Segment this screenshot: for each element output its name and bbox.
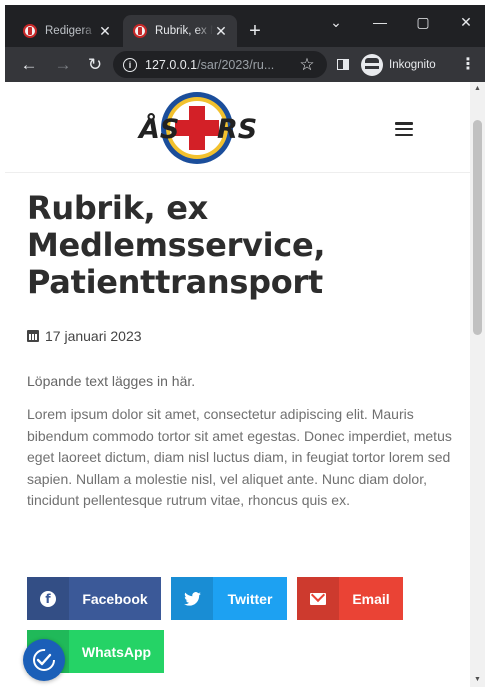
new-tab-button[interactable]: + <box>243 20 267 44</box>
page-scrollbar[interactable]: ▲ ▼ <box>470 82 485 687</box>
post-date: 17 januari 2023 <box>27 328 142 344</box>
incognito-indicator[interactable]: Inkognito <box>361 52 436 77</box>
close-tab-icon[interactable]: ✕ <box>213 23 229 39</box>
incognito-icon <box>361 53 383 76</box>
chevron-down-icon[interactable]: ⌄ <box>323 11 349 33</box>
side-panel-icon[interactable] <box>337 59 349 70</box>
svg-text:ÅS: ÅS <box>137 113 179 145</box>
facebook-icon: f <box>27 577 69 620</box>
browser-window: Redigera ✕ Rubrik, ex Medlemsservice ✕ +… <box>5 5 485 687</box>
site-info-icon[interactable]: i <box>123 57 137 72</box>
scroll-down-icon[interactable]: ▼ <box>473 676 482 684</box>
twitter-icon <box>171 577 213 620</box>
page-viewport: ÅS RS Rubrik, ex Medlemsservice, Patient… <box>5 82 485 687</box>
svg-text:RS: RS <box>217 114 257 145</box>
incognito-label: Inkognito <box>389 58 436 71</box>
share-email-button[interactable]: Email <box>297 577 403 620</box>
tab-rubrik[interactable]: Rubrik, ex Medlemsservice ✕ <box>123 15 237 47</box>
url-text[interactable]: 127.0.0.1/sar/2023/ru... <box>145 58 317 72</box>
tab-title: Rubrik, ex Medlemsservice <box>155 25 213 37</box>
tab-redigera[interactable]: Redigera ✕ <box>13 15 121 47</box>
tab-strip: Redigera ✕ Rubrik, ex Medlemsservice ✕ +… <box>5 5 485 47</box>
back-arrow-icon[interactable]: ← <box>17 53 41 77</box>
cookie-consent-icon[interactable] <box>23 639 65 681</box>
close-tab-icon[interactable]: ✕ <box>97 23 113 39</box>
share-facebook-button[interactable]: f Facebook <box>27 577 161 620</box>
site-header: ÅS RS <box>5 82 470 173</box>
reload-icon[interactable]: ↻ <box>83 53 107 77</box>
calendar-icon <box>27 330 39 342</box>
browser-menu-icon[interactable]: ⋮ <box>459 53 477 77</box>
lead-paragraph: Löpande text lägges in här. <box>27 373 196 389</box>
scrollbar-thumb[interactable] <box>473 120 482 335</box>
tab-title: Redigera <box>45 25 92 37</box>
share-twitter-button[interactable]: Twitter <box>171 577 287 620</box>
minimize-icon[interactable]: — <box>367 11 393 33</box>
post-date-text: 17 januari 2023 <box>45 328 142 344</box>
close-window-icon[interactable]: ✕ <box>453 11 479 33</box>
scroll-up-icon[interactable]: ▲ <box>473 85 482 93</box>
hamburger-menu-icon[interactable] <box>395 122 413 136</box>
browser-toolbar: ← → ↻ i 127.0.0.1/sar/2023/ru... ☆ Inkog… <box>5 47 485 82</box>
maximize-icon[interactable]: ▢ <box>410 11 436 33</box>
site-favicon-icon <box>133 24 147 38</box>
asrs-logo[interactable]: ÅS RS <box>129 88 265 168</box>
forward-arrow-icon[interactable]: → <box>51 53 75 77</box>
body-paragraph: Lorem ipsum dolor sit amet, consectetur … <box>27 406 452 508</box>
site-favicon-icon <box>23 24 37 38</box>
bookmark-star-icon[interactable]: ☆ <box>295 53 319 77</box>
page-title: Rubrik, ex Medlemsservice, Patienttransp… <box>27 189 326 301</box>
envelope-icon <box>297 577 339 620</box>
